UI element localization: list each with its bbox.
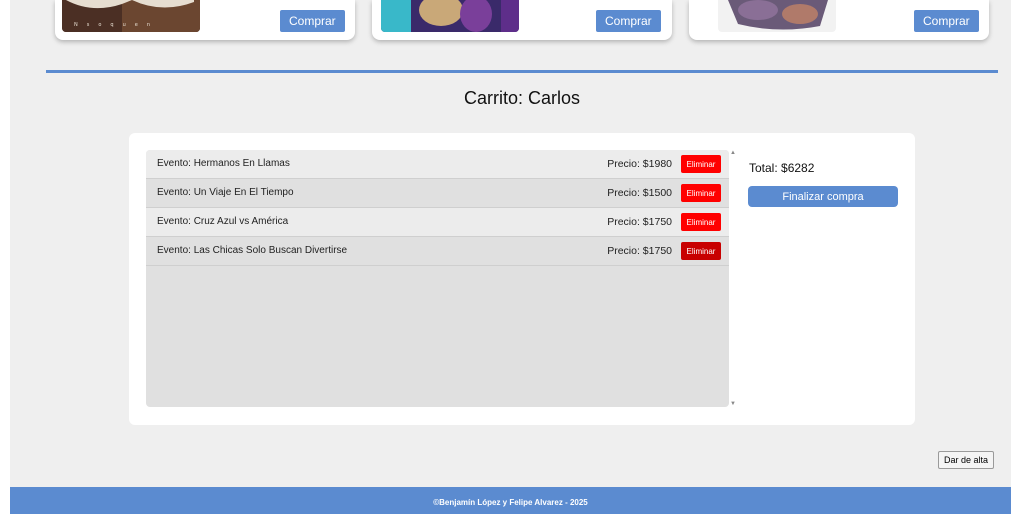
cart-item-event: Evento: Un Viaje En El Tiempo bbox=[157, 187, 294, 198]
buy-button[interactable]: Comprar bbox=[596, 10, 661, 32]
event-poster bbox=[381, 0, 519, 32]
cart-item-event: Evento: Hermanos En Llamas bbox=[157, 158, 290, 169]
cart-item-row: Evento: Las Chicas Solo Buscan Divertirs… bbox=[146, 237, 729, 266]
cart-item-event: Evento: Las Chicas Solo Buscan Divertirs… bbox=[157, 245, 348, 256]
cart-item-event: Evento: Cruz Azul vs América bbox=[157, 216, 289, 227]
buy-button[interactable]: Comprar bbox=[914, 10, 979, 32]
remove-item-button[interactable]: Eliminar bbox=[681, 184, 721, 202]
cart-list-scrollbar[interactable]: ▲ ▼ bbox=[729, 150, 737, 407]
finalize-purchase-button[interactable]: Finalizar compra bbox=[748, 186, 898, 207]
event-card-1: Nsoquen Comprar bbox=[55, 0, 355, 40]
register-button[interactable]: Dar de alta bbox=[938, 451, 995, 469]
cart-item-row: Evento: Cruz Azul vs América Precio: $17… bbox=[146, 208, 729, 237]
cart-item-price: Precio: $1750 bbox=[607, 245, 672, 257]
event-poster: Nsoquen bbox=[62, 0, 200, 32]
buy-button[interactable]: Comprar bbox=[280, 10, 345, 32]
cart-item-price: Precio: $1980 bbox=[607, 158, 672, 170]
event-image bbox=[718, 0, 836, 32]
poster-lettering: Nsoquen bbox=[74, 22, 159, 28]
page: Nsoquen Comprar Comprar Comprar Carrito:… bbox=[10, 0, 1011, 514]
footer: ©Benjamín López y Felipe Alvarez - 2025 bbox=[10, 487, 1011, 514]
section-divider bbox=[46, 70, 998, 73]
event-card-3: Comprar bbox=[689, 0, 989, 40]
cart-item-list[interactable]: Evento: Hermanos En Llamas Precio: $1980… bbox=[146, 150, 729, 407]
event-image bbox=[381, 0, 519, 32]
event-image: Nsoquen bbox=[62, 0, 200, 32]
scroll-down-icon[interactable]: ▼ bbox=[730, 401, 736, 407]
event-card-2: Comprar bbox=[372, 0, 672, 40]
remove-item-button[interactable]: Eliminar bbox=[681, 242, 721, 260]
cart-total: Total: $6282 bbox=[749, 161, 815, 175]
footer-credits: ©Benjamín López y Felipe Alvarez - 2025 bbox=[433, 498, 588, 507]
event-poster bbox=[718, 0, 836, 32]
cart-title: Carrito: Carlos bbox=[463, 88, 581, 108]
remove-item-button[interactable]: Eliminar bbox=[681, 213, 721, 231]
cart-item-price: Precio: $1500 bbox=[607, 187, 672, 199]
cart-item-row: Evento: Hermanos En Llamas Precio: $1980… bbox=[146, 150, 729, 179]
cart-item-price: Precio: $1750 bbox=[607, 216, 672, 228]
remove-item-button[interactable]: Eliminar bbox=[681, 155, 721, 173]
cart-panel: Evento: Hermanos En Llamas Precio: $1980… bbox=[129, 133, 915, 425]
scroll-up-icon[interactable]: ▲ bbox=[730, 150, 736, 156]
cart-item-row: Evento: Un Viaje En El Tiempo Precio: $1… bbox=[146, 179, 729, 208]
